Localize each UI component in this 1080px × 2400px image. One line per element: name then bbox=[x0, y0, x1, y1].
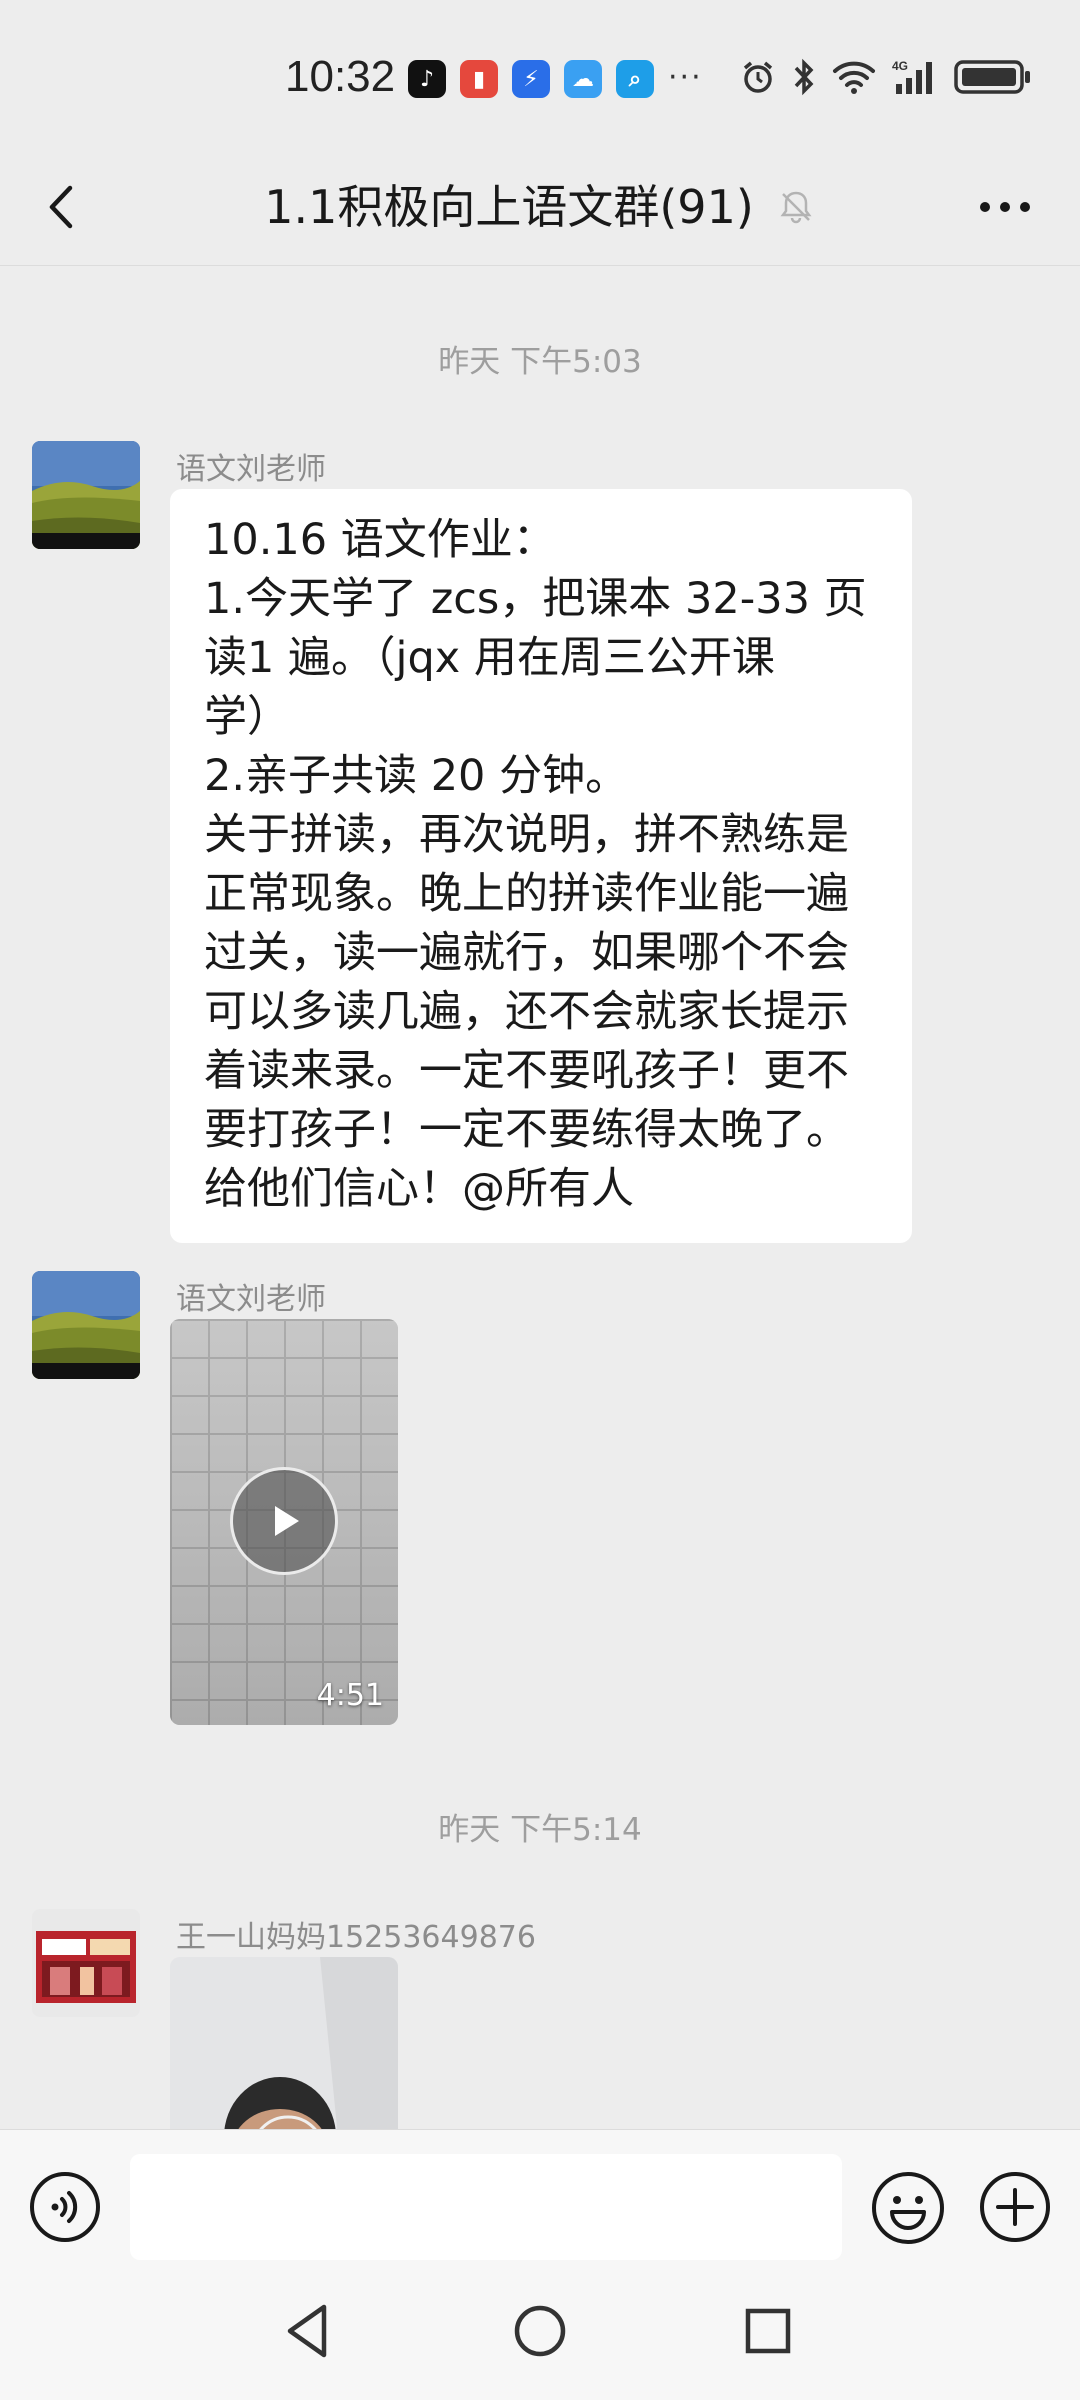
system-navigation-bar bbox=[0, 2269, 1080, 2400]
search-app-icon: ⌕ bbox=[616, 60, 654, 98]
plus-icon bbox=[980, 2172, 1050, 2242]
wifi-icon bbox=[832, 59, 876, 95]
status-time: 10:32 bbox=[285, 52, 396, 101]
dot-icon bbox=[1000, 202, 1010, 212]
battery-icon bbox=[954, 58, 1032, 96]
emoji-icon bbox=[872, 2172, 944, 2244]
triangle-back-icon bbox=[287, 2304, 327, 2358]
alarm-icon bbox=[740, 59, 776, 95]
sender-name: 王一山妈妈15253649876 bbox=[176, 1920, 536, 1955]
video-message[interactable]: 4:51 bbox=[170, 1319, 398, 1725]
message-text-input[interactable] bbox=[130, 2154, 842, 2260]
image-message[interactable] bbox=[170, 1957, 398, 2129]
message-text-line: 可以多读几遍，还不会就家长提示 bbox=[204, 987, 849, 1037]
weather-app-icon: ☁ bbox=[564, 60, 602, 98]
sender-avatar[interactable] bbox=[32, 1909, 140, 2017]
sender-avatar[interactable] bbox=[32, 1271, 140, 1379]
mute-bell-icon bbox=[780, 191, 812, 224]
more-options-button[interactable] bbox=[970, 172, 1040, 242]
message-text-line: 10.16 语文作业： bbox=[204, 515, 556, 565]
text-message-bubble[interactable]: 10.16 语文作业： 1.今天学了 zcs，把课本 32-33 页 读1 遍。… bbox=[170, 489, 912, 1243]
chat-title: 1.1积极向上语文群(91) bbox=[0, 172, 1080, 242]
system-recents-button[interactable] bbox=[736, 2299, 800, 2363]
status-bar: 10:32 ♪ ▮ ⚡ ☁ ⌕ ··· 4G bbox=[0, 0, 1080, 150]
system-home-button[interactable] bbox=[508, 2299, 572, 2363]
message-text-line: 关于拼读，再次说明，拼不熟练是 bbox=[204, 810, 849, 860]
voice-icon bbox=[30, 2172, 100, 2242]
message-text-line: 读1 遍。（jqx 用在周三公开课 bbox=[204, 633, 775, 683]
more-functions-button[interactable] bbox=[978, 2170, 1052, 2244]
4g-signal-icon: 4G bbox=[892, 58, 938, 96]
square-recents-icon bbox=[745, 2308, 791, 2354]
bluetooth-icon bbox=[792, 58, 816, 96]
play-icon bbox=[275, 1506, 299, 1536]
svg-text:4G: 4G bbox=[892, 59, 908, 73]
tiktok-icon: ♪ bbox=[408, 60, 446, 98]
circle-home-icon bbox=[514, 2305, 566, 2357]
message-text-line: 着读来录。一定不要吼孩子！更不 bbox=[204, 1046, 849, 1096]
system-icons: 4G bbox=[740, 58, 1032, 96]
message-timestamp: 昨天 下午5:03 bbox=[438, 344, 642, 380]
lightning-app-icon: ⚡ bbox=[512, 60, 550, 98]
message-text-line: 学） bbox=[204, 692, 290, 742]
sender-name: 语文刘老师 bbox=[176, 452, 326, 487]
voice-input-button[interactable] bbox=[28, 2170, 102, 2244]
message-input-bar bbox=[0, 2129, 1080, 2269]
message-text-line: 正常现象。晚上的拼读作业能一遍 bbox=[204, 869, 849, 919]
message-timestamp: 昨天 下午5:14 bbox=[438, 1812, 642, 1848]
group-name: 1.1积极向上语文群(91) bbox=[264, 180, 754, 234]
more-notifications-icon: ··· bbox=[668, 60, 703, 95]
dot-icon bbox=[1020, 202, 1030, 212]
chat-header: 1.1积极向上语文群(91) bbox=[0, 150, 1080, 266]
message-text-line: 给他们信心！@所有人 bbox=[204, 1164, 634, 1214]
message-text-line: 要打孩子！一定不要练得太晚了。 bbox=[204, 1105, 849, 1155]
battery-saver-app-icon: ▮ bbox=[460, 60, 498, 98]
play-button[interactable] bbox=[230, 1467, 338, 1575]
video-duration: 4:51 bbox=[316, 1678, 384, 1713]
dot-icon bbox=[980, 202, 990, 212]
sender-avatar[interactable] bbox=[32, 441, 140, 549]
message-text-line: 2.亲子共读 20 分钟。 bbox=[204, 751, 629, 801]
image-thumbnail bbox=[170, 1957, 398, 2129]
message-text-line: 过关，读一遍就行，如果哪个不会 bbox=[204, 928, 849, 978]
emoji-button[interactable] bbox=[870, 2170, 946, 2246]
message-list[interactable]: 昨天 下午5:03 语文刘老师 10.16 语文作业： 1.今天学了 zcs，把… bbox=[0, 267, 1080, 2129]
sender-name: 语文刘老师 bbox=[176, 1282, 326, 1317]
message-text-line: 1.今天学了 zcs，把课本 32-33 页 bbox=[204, 574, 867, 624]
system-back-button[interactable] bbox=[278, 2299, 342, 2363]
notification-icons: ♪ ▮ ⚡ ☁ ⌕ bbox=[408, 60, 654, 98]
